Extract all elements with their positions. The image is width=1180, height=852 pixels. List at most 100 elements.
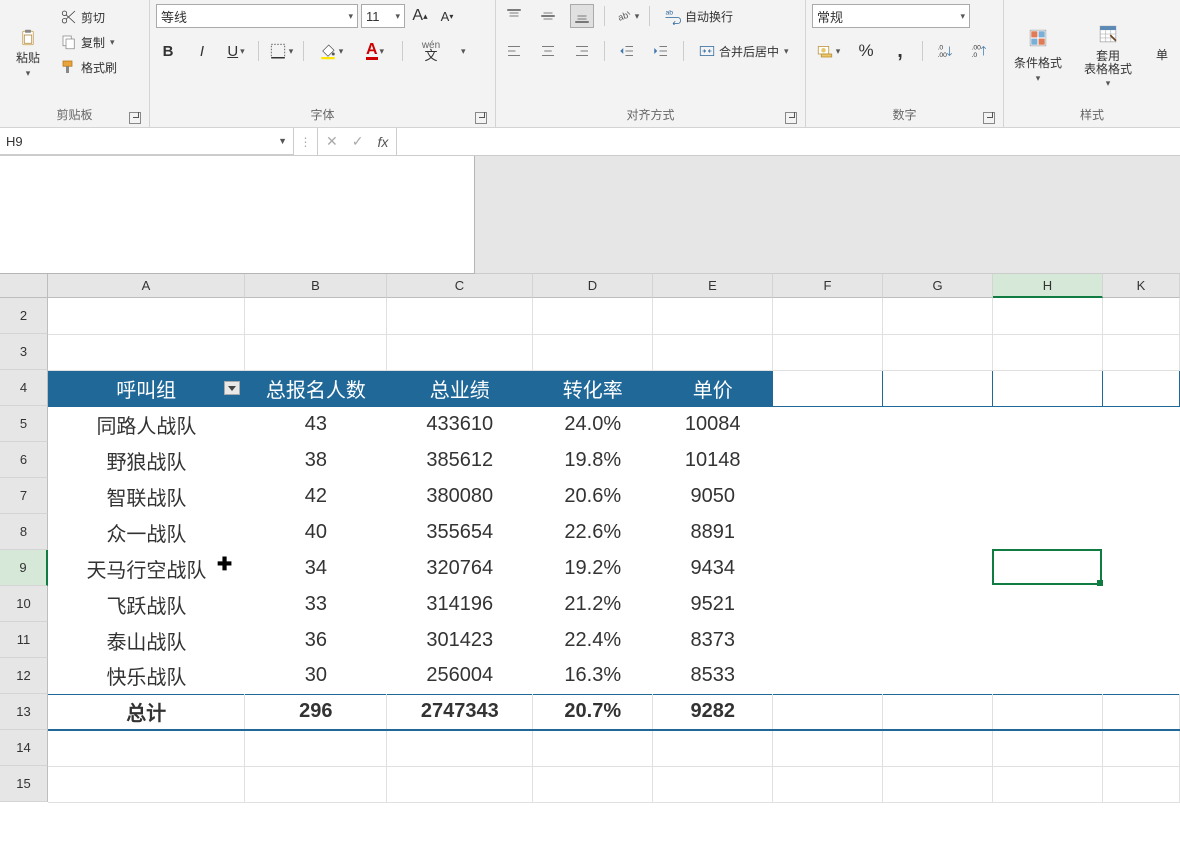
cell[interactable] <box>245 334 387 370</box>
cell[interactable] <box>883 334 993 370</box>
cell[interactable] <box>1102 766 1179 802</box>
data-cell[interactable]: 256004 <box>387 658 533 694</box>
sheet-grid[interactable]: ABCDEFGHK 23456789101112131415 呼叫组总报名人数总… <box>0 274 1180 852</box>
table-header-cell[interactable]: 转化率 <box>533 370 653 406</box>
cell[interactable] <box>773 370 883 406</box>
align-top-button[interactable] <box>502 4 526 28</box>
row-header-10[interactable]: 10 <box>0 586 48 622</box>
col-header-C[interactable]: C <box>387 274 533 298</box>
name-box[interactable]: H9 ▼ <box>0 128 294 155</box>
cell[interactable] <box>245 766 387 802</box>
data-cell[interactable]: 42 <box>245 478 387 514</box>
cell[interactable] <box>773 730 883 766</box>
cell[interactable] <box>773 334 883 370</box>
cell[interactable] <box>1102 514 1179 550</box>
data-cell[interactable]: 19.2% <box>533 550 653 586</box>
cell[interactable] <box>993 442 1103 478</box>
cell[interactable] <box>245 298 387 334</box>
align-center-button[interactable] <box>536 39 560 63</box>
row-header-2[interactable]: 2 <box>0 298 48 334</box>
cell[interactable] <box>883 730 993 766</box>
data-cell[interactable]: 36 <box>245 622 387 658</box>
cell[interactable] <box>993 334 1103 370</box>
cell[interactable] <box>993 730 1103 766</box>
drag-handle-icon[interactable]: ⋮ <box>294 128 318 155</box>
decrease-indent-button[interactable] <box>615 39 639 63</box>
chevron-down-icon[interactable]: ▼ <box>278 136 287 146</box>
filter-icon[interactable] <box>224 381 240 395</box>
row-header-12[interactable]: 12 <box>0 658 48 694</box>
percent-button[interactable]: % <box>854 39 878 63</box>
cell[interactable] <box>1102 298 1179 334</box>
data-cell[interactable]: 天马行空战队 <box>48 550 245 586</box>
table-header-cell[interactable]: 总报名人数 <box>245 370 387 406</box>
dialog-launcher-icon[interactable] <box>129 112 141 124</box>
cell[interactable] <box>48 298 245 334</box>
align-middle-button[interactable] <box>536 4 560 28</box>
col-header-H[interactable]: H <box>993 274 1103 298</box>
cell[interactable] <box>1102 694 1179 730</box>
cell[interactable] <box>48 766 245 802</box>
cell[interactable] <box>883 586 993 622</box>
fill-color-button[interactable]: ▾ <box>314 39 348 63</box>
merge-center-button[interactable]: 合并后居中 ▾ <box>694 40 793 62</box>
copy-button[interactable]: 复制 ▾ <box>56 31 121 53</box>
orientation-button[interactable]: ab▾ <box>615 4 639 28</box>
cell[interactable] <box>48 334 245 370</box>
data-cell[interactable]: 385612 <box>387 442 533 478</box>
cell[interactable] <box>48 730 245 766</box>
align-bottom-button[interactable] <box>570 4 594 28</box>
cell[interactable] <box>883 766 993 802</box>
cell[interactable] <box>993 514 1103 550</box>
data-cell[interactable]: 22.6% <box>533 514 653 550</box>
table-format-button[interactable]: 套用 表格格式 ▾ <box>1080 4 1136 104</box>
cell[interactable] <box>1102 730 1179 766</box>
data-cell[interactable]: 16.3% <box>533 658 653 694</box>
dialog-launcher-icon[interactable] <box>475 112 487 124</box>
cell[interactable] <box>653 730 773 766</box>
cells-area[interactable]: 呼叫组总报名人数总业绩转化率单价同路人战队4343361024.0%10084野… <box>48 298 1180 803</box>
row-header-5[interactable]: 5 <box>0 406 48 442</box>
cancel-icon[interactable]: ✕ <box>326 133 338 150</box>
data-cell[interactable]: 22.4% <box>533 622 653 658</box>
select-all-corner[interactable] <box>0 274 48 298</box>
dialog-launcher-icon[interactable] <box>983 112 995 124</box>
cell-style-button[interactable]: 单 <box>1150 4 1174 104</box>
data-cell[interactable]: 野狼战队 <box>48 442 245 478</box>
data-cell[interactable]: 320764 <box>387 550 533 586</box>
cell[interactable] <box>883 550 993 586</box>
cell[interactable] <box>245 730 387 766</box>
data-cell[interactable]: 314196 <box>387 586 533 622</box>
col-header-K[interactable]: K <box>1103 274 1180 298</box>
cell[interactable] <box>773 406 883 442</box>
cell[interactable] <box>653 298 773 334</box>
col-header-A[interactable]: A <box>48 274 245 298</box>
data-cell[interactable]: 8533 <box>653 658 773 694</box>
total-cell[interactable]: 总计 <box>48 694 245 730</box>
data-cell[interactable]: 40 <box>245 514 387 550</box>
col-header-D[interactable]: D <box>533 274 653 298</box>
cell[interactable] <box>1102 622 1179 658</box>
cell[interactable] <box>883 622 993 658</box>
data-cell[interactable]: 43 <box>245 406 387 442</box>
col-header-F[interactable]: F <box>773 274 883 298</box>
cell[interactable] <box>773 766 883 802</box>
number-format-select[interactable]: 常规▾ <box>812 4 970 28</box>
cell[interactable] <box>1102 658 1179 694</box>
cell[interactable] <box>883 298 993 334</box>
cell[interactable] <box>533 766 653 802</box>
increase-font-button[interactable]: A▴ <box>408 4 432 28</box>
row-header-3[interactable]: 3 <box>0 334 48 370</box>
data-cell[interactable]: 24.0% <box>533 406 653 442</box>
cell[interactable] <box>773 694 883 730</box>
data-cell[interactable]: 同路人战队 <box>48 406 245 442</box>
data-cell[interactable]: 9434 <box>653 550 773 586</box>
cell[interactable] <box>653 334 773 370</box>
data-cell[interactable]: 30 <box>245 658 387 694</box>
cell[interactable] <box>1102 550 1179 586</box>
data-cell[interactable]: 19.8% <box>533 442 653 478</box>
cell[interactable] <box>883 514 993 550</box>
data-cell[interactable]: 34 <box>245 550 387 586</box>
cell[interactable] <box>387 766 533 802</box>
bold-button[interactable]: B <box>156 39 180 63</box>
